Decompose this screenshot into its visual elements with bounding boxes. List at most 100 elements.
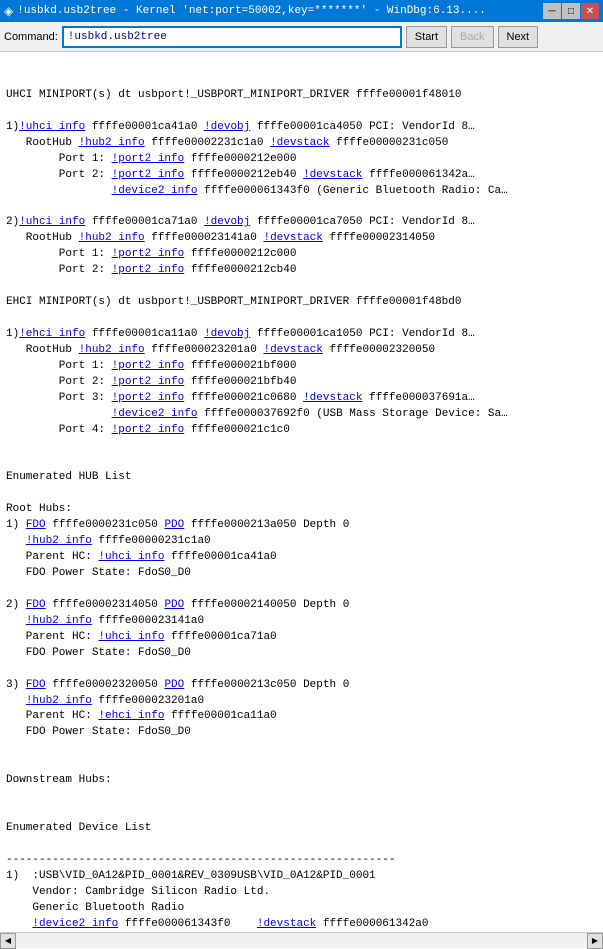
text-span: ffffe000061342a0	[316, 918, 428, 930]
debugger-link[interactable]: !hub2 info	[26, 615, 92, 627]
debugger-link[interactable]: !devobj	[204, 121, 250, 133]
debugger-link[interactable]: !uhci info	[19, 216, 85, 228]
text-span: ffffe00001ca11a0	[164, 710, 276, 722]
content-line: Enumerated HUB List	[6, 470, 597, 486]
maximize-button[interactable]: □	[562, 3, 580, 19]
debugger-link[interactable]: !devstack	[257, 918, 316, 930]
hscroll-right-button[interactable]: ▶	[587, 933, 603, 949]
debugger-link[interactable]: !uhci info	[98, 631, 164, 643]
text-span: Port 1:	[6, 248, 112, 260]
text-span: ffffe000021c0680	[184, 392, 303, 404]
next-button[interactable]: Next	[498, 26, 539, 48]
text-span: ffffe00001ca11a0	[85, 328, 204, 340]
debugger-link[interactable]: FDO	[26, 599, 46, 611]
debugger-link[interactable]: !hub2 info	[26, 695, 92, 707]
content-line	[6, 837, 597, 853]
hscroll-track[interactable]	[16, 933, 587, 948]
content-line: 1)!ehci info ffffe00001ca11a0 !devobj ff…	[6, 327, 597, 343]
debugger-link[interactable]: !hub2 info	[79, 344, 145, 356]
debugger-link[interactable]: !ehci info	[98, 710, 164, 722]
debugger-link[interactable]: !hub2 info	[26, 535, 92, 547]
debugger-link[interactable]: !port2 info	[112, 392, 185, 404]
debugger-link[interactable]: PDO	[164, 679, 184, 691]
text-span: ffffe00002320050	[323, 344, 435, 356]
content-line: !hub2 info ffffe000023201a0	[6, 694, 597, 710]
text-span	[6, 185, 112, 197]
debugger-link[interactable]: !port2 info	[112, 264, 185, 276]
debugger-link[interactable]: !devstack	[263, 232, 322, 244]
debugger-link[interactable]: FDO	[26, 679, 46, 691]
content-line	[6, 805, 597, 821]
content-line	[6, 662, 597, 678]
text-span: Parent HC:	[6, 631, 98, 643]
debugger-link[interactable]: !hub2 info	[79, 137, 145, 149]
text-span: ffffe0000231c050	[46, 519, 165, 531]
content-line: Parent HC: !ehci info ffffe00001ca11a0	[6, 709, 597, 725]
content-line: Root Hubs:	[6, 502, 597, 518]
debugger-link[interactable]: !hub2 info	[79, 232, 145, 244]
text-span: ffffe00000231c050	[329, 137, 448, 149]
text-span: ffffe00001ca4050 PCI: VendorId 8…	[250, 121, 474, 133]
debugger-link[interactable]: !device2 info	[32, 918, 118, 930]
debugger-link[interactable]: !port2 info	[112, 424, 185, 436]
content-line: FDO Power State: FdoS0_D0	[6, 646, 597, 662]
minimize-button[interactable]: ─	[543, 3, 561, 19]
debugger-link[interactable]: !device2 info	[112, 408, 198, 420]
debugger-link[interactable]: !devstack	[263, 344, 322, 356]
main-content[interactable]: UHCI MINIPORT(s) dt usbport!_USBPORT_MIN…	[0, 52, 603, 932]
hscroll-left-button[interactable]: ◀	[0, 933, 16, 949]
debugger-link[interactable]: !port2 info	[112, 169, 185, 181]
content-line: Port 1: !port2 info ffffe0000212e000	[6, 152, 597, 168]
content-line	[6, 311, 597, 327]
start-button[interactable]: Start	[406, 26, 447, 48]
text-span: Parent HC:	[6, 551, 98, 563]
content-line	[6, 439, 597, 455]
close-button[interactable]: ✕	[581, 3, 599, 19]
text-span: 2)	[6, 216, 19, 228]
text-span: ffffe0000213c050 Depth 0	[184, 679, 349, 691]
content-line	[6, 582, 597, 598]
text-span: ffffe000023201a0	[92, 695, 204, 707]
debugger-link[interactable]: !device2 info	[112, 185, 198, 197]
text-span: ffffe000061343f0 (Generic Bluetooth Radi…	[197, 185, 507, 197]
debugger-link[interactable]: !port2 info	[112, 248, 185, 260]
text-span: ffffe000061343f0	[118, 918, 257, 930]
debugger-link[interactable]: PDO	[164, 519, 184, 531]
debugger-link[interactable]: !ehci info	[19, 328, 85, 340]
text-span	[6, 615, 26, 627]
horizontal-scrollbar[interactable]: ◀ ▶	[0, 932, 603, 948]
debugger-link[interactable]: !devstack	[270, 137, 329, 149]
text-span: ffffe000023201a0	[145, 344, 264, 356]
text-span: ffffe00002231c1a0	[145, 137, 270, 149]
text-span: 2)	[6, 599, 26, 611]
debugger-link[interactable]: FDO	[26, 519, 46, 531]
debugger-link[interactable]: !uhci info	[98, 551, 164, 563]
content-line: UHCI MINIPORT(s) dt usbport!_USBPORT_MIN…	[6, 88, 597, 104]
debugger-link[interactable]: !port2 info	[112, 376, 185, 388]
debugger-link[interactable]: !devobj	[204, 328, 250, 340]
debugger-link[interactable]: !port2 info	[112, 360, 185, 372]
debugger-link[interactable]: !devstack	[303, 392, 362, 404]
command-input[interactable]	[62, 26, 402, 48]
content-line	[6, 454, 597, 470]
text-span: ffffe00000231c1a0	[92, 535, 211, 547]
debugger-link[interactable]: !devobj	[204, 216, 250, 228]
back-button[interactable]: Back	[451, 26, 493, 48]
text-span: ffffe00002314050	[46, 599, 165, 611]
text-span: ffffe00001ca41a0	[164, 551, 276, 563]
text-span: ffffe0000213a050 Depth 0	[184, 519, 349, 531]
debugger-link[interactable]: PDO	[164, 599, 184, 611]
debugger-link[interactable]: !uhci info	[19, 121, 85, 133]
content-line: 1)!uhci info ffffe00001ca41a0 !devobj ff…	[6, 120, 597, 136]
content-line	[6, 279, 597, 295]
content-line: FDO Power State: FdoS0_D0	[6, 566, 597, 582]
content-line: 2) FDO ffffe00002314050 PDO ffffe0000214…	[6, 598, 597, 614]
text-span: 1)	[6, 328, 19, 340]
content-line	[6, 104, 597, 120]
content-line	[6, 757, 597, 773]
content-line: !device2 info ffffe000061343f0 !devstack…	[6, 917, 597, 932]
debugger-link[interactable]: !port2 info	[112, 153, 185, 165]
text-span: Port 2:	[6, 376, 112, 388]
debugger-link[interactable]: !devstack	[303, 169, 362, 181]
text-span: 1) :USB\VID_0A12&PID_0001&REV_0309USB\VI…	[6, 870, 376, 882]
